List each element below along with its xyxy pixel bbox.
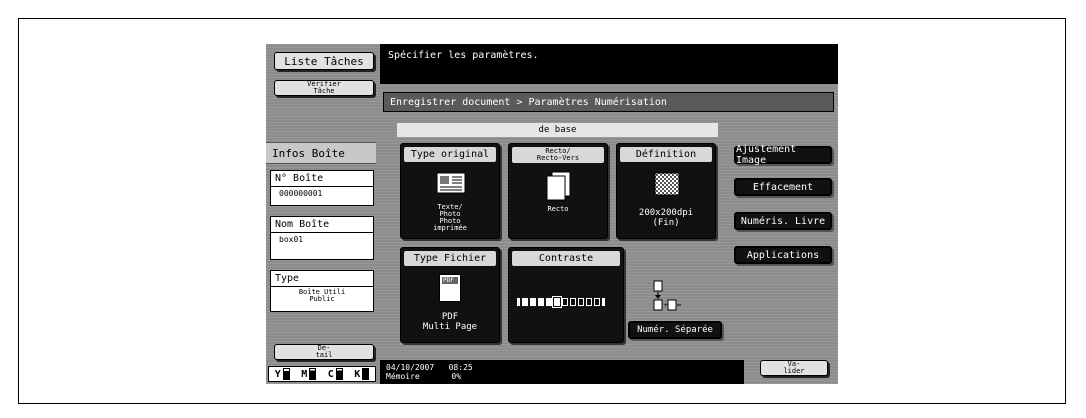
separate-scan-icon: + [653,280,681,311]
text-photo-icon [436,172,466,194]
memory-status: Mémoire 0% [386,372,738,381]
applications-label: Applications [746,249,820,261]
applications-button[interactable]: Applications [734,246,832,264]
box-type-value-2: Public [309,295,335,303]
detail-label-2: tail [315,351,333,359]
original-type-value-4: imprimée [433,224,467,232]
contrast-step [530,298,536,306]
contrast-step [522,298,528,306]
contrast-step [546,298,552,306]
box-type-value: Boîte Utili Public [271,287,373,303]
contrast-tile[interactable]: Contraste [508,247,624,343]
message-bar: Spécifier les paramètres. [380,44,838,84]
contrast-scale [517,296,617,308]
file-type-value-2: Multi Page [422,322,478,332]
detail-button[interactable]: Dé- tail [274,344,374,360]
job-list-button[interactable]: Liste Tâches [274,52,374,70]
date-time: 04/10/2007 08:25 [386,363,473,372]
contrast-step [594,298,600,306]
validate-button[interactable]: Va- lider [760,360,828,376]
contrast-step [570,298,576,306]
contrast-step [586,298,592,306]
duplex-title: Recto/ Recto-Vers [512,147,604,163]
resolution-value-1: 200x200dpi [638,208,694,218]
toner-c-label: C [327,368,334,380]
contrast-step [538,298,544,306]
toner-k-gauge [362,368,370,380]
resolution-value-2: (Fin) [652,218,680,228]
memory-value: 0% [451,372,462,381]
box-type-label: Type [271,271,373,287]
toner-k: K [354,368,370,380]
check-job-button[interactable]: Vérifier Tâche [274,80,374,96]
toner-indicator: Y M C K [268,366,376,382]
single-side-icon [546,171,571,201]
box-info-header: Infos Boîte [266,142,376,164]
toner-m: M [301,368,317,380]
erase-label: Effacement [752,181,814,193]
toner-y-label: Y [274,368,281,380]
contrast-high-end [602,298,605,306]
contrast-step [578,298,584,306]
resolution-tile[interactable]: Définition 200x200dpi (Fin) [616,143,716,239]
toner-y: Y [275,368,290,380]
box-name-panel: Nom Boîte box01 [270,216,374,260]
toner-m-label: M [301,368,308,380]
box-info-title: Infos Boîte [272,147,345,160]
box-name-value: box01 [279,235,304,244]
box-number-label: N° Boîte [271,171,373,187]
original-type-tile[interactable]: Type original Texte/ Photo Photo imprimé… [400,143,500,239]
toner-k-label: K [354,368,361,380]
svg-text:+: + [663,302,668,309]
section-title-text: de base [538,125,577,135]
toner-m-gauge [309,368,317,380]
resolution-value: 200x200dpi (Fin) [617,208,715,228]
box-type-panel: Type Boîte Utili Public [270,270,374,312]
check-job-label-2: Tâche [313,87,335,95]
erase-button[interactable]: Effacement [734,178,832,196]
control-panel-screen: Liste Tâches Vérifier Tâche Infos Boîte … [266,44,838,384]
job-list-label: Liste Tâches [284,54,364,68]
file-type-tile[interactable]: Type Fichier PDF PDF Multi Page [400,247,500,343]
pdf-file-icon: PDF [439,274,461,302]
original-type-value: Texte/ Photo Photo imprimée [401,204,499,232]
toner-y-gauge [282,368,290,380]
duplex-tile[interactable]: Recto/ Recto-Vers Recto [508,143,608,239]
resolution-title: Définition [620,147,712,162]
duplex-value: Recto [547,205,569,213]
image-adjust-label: Ajustement Image [736,144,797,166]
separate-scan-button[interactable]: Numér. Séparée [628,321,722,339]
contrast-title: Contraste [512,251,620,266]
breadcrumb-text: Enregistrer document > Paramètres Numéri… [390,97,667,108]
box-number-panel: N° Boîte 000000001 [270,170,374,206]
box-name-label: Nom Boîte [271,217,373,233]
file-type-title: Type Fichier [404,251,496,266]
contrast-step [552,296,562,308]
toner-c: C [328,368,343,380]
box-number-value: 000000001 [279,189,323,198]
file-type-value-1: PDF [441,312,459,322]
original-type-title: Type original [404,147,496,162]
breadcrumb: Enregistrer document > Paramètres Numéri… [383,92,834,112]
contrast-step [562,298,568,306]
book-scan-button[interactable]: Numéris. Livre [734,212,832,230]
validate-label-2: lider [783,367,805,375]
image-adjust-button[interactable]: Ajustement Image [734,144,832,166]
contrast-low-end [517,298,520,306]
pdf-badge: PDF [442,277,458,284]
resolution-icon [654,172,680,196]
section-title: de base [397,123,718,137]
toner-c-gauge [335,368,343,380]
separate-scan-label: Numér. Séparée [637,325,713,335]
message-text: Spécifier les paramètres. [388,50,539,61]
status-footer: 04/10/2007 08:25 Mémoire 0% [380,360,744,384]
file-type-value: PDF Multi Page [401,312,499,332]
duplex-title-2: Recto-Vers [536,154,580,162]
book-scan-label: Numéris. Livre [740,215,826,227]
memory-label: Mémoire [386,372,420,381]
